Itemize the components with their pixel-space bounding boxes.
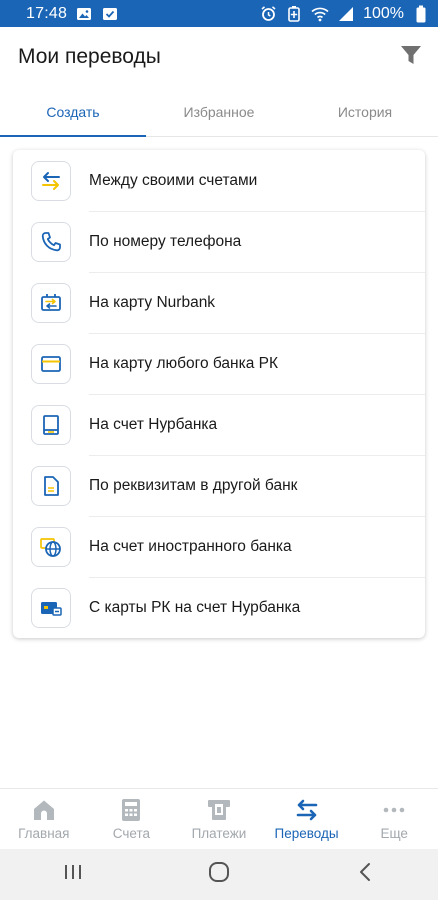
home-icon [31,798,57,822]
document-icon [31,465,71,506]
nav-transfers[interactable]: Переводы [263,789,351,849]
bottom-navigation: Главная Счета Платежи Переводы Еще [0,788,438,849]
back-button[interactable] [335,855,395,895]
transfer-by-phone[interactable]: По номеру телефона [13,211,425,272]
card-transfer-icon [31,282,71,323]
transfer-label: По реквизитам в другой банк [89,476,298,494]
nav-more-label: Еще [380,825,408,841]
transfer-card-to-nurbank-account[interactable]: С карты РК на счет Нурбанка [13,577,425,638]
tab-history[interactable]: История [292,88,438,136]
nav-payments-label: Платежи [191,825,247,841]
nav-home[interactable]: Главная [0,789,88,849]
check-box-icon [101,5,119,23]
transfer-label: На карту любого банка РК [89,354,278,372]
nav-home-label: Главная [18,825,70,841]
nav-payments[interactable]: Платежи [175,789,263,849]
transfer-by-requisites[interactable]: По реквизитам в другой банк [13,455,425,516]
page-title: Мои переводы [18,45,161,68]
home-circle-icon [208,861,230,888]
transfer-to-nurbank-account[interactable]: На счет Нурбанка [13,394,425,455]
battery-percentage: 100% [363,4,404,22]
nav-accounts-label: Счета [112,825,150,841]
transfer-label: С карты РК на счет Нурбанка [89,598,301,616]
nav-accounts[interactable]: Счета [88,789,176,849]
tab-create[interactable]: Создать [0,88,146,137]
tab-favorites[interactable]: Избранное [146,88,292,136]
nav-transfers-label: Переводы [274,825,339,841]
globe-icon [31,526,71,567]
swap-arrows-icon [31,160,71,201]
home-button[interactable] [189,855,249,895]
transfer-options-card: Между своими счетами По номеру телефона … [13,150,425,638]
battery-icon [412,5,430,23]
status-bar-left: 17:48 [26,5,119,23]
transfer-tabs: Создать Избранное История [0,88,438,137]
transfer-to-nurbank-card[interactable]: На карту Nurbank [13,272,425,333]
signal-icon [337,5,355,23]
calculator-icon [118,798,144,822]
phone-icon [31,221,71,262]
transfer-to-any-bank-card[interactable]: На карту любого банка РК [13,333,425,394]
image-icon [75,5,93,23]
nav-more[interactable]: Еще [350,789,438,849]
transfer-label: На счет иностранного банка [89,537,292,555]
payment-terminal-icon [206,798,232,822]
status-time: 17:48 [26,4,68,22]
transfer-label: Между своими счетами [89,171,258,189]
wifi-icon [311,5,329,23]
recent-apps-icon [63,863,83,886]
filter-icon [400,44,422,71]
transfer-label: На карту Nurbank [89,293,216,311]
filter-button[interactable] [398,44,424,70]
credit-card-icon [31,343,71,384]
back-chevron-icon [358,862,372,887]
alarm-icon [259,5,277,23]
transfer-label: По номеру телефона [89,232,242,250]
card-to-account-icon [31,587,71,628]
transfer-arrows-icon [294,798,320,822]
status-bar-right: 100% [259,5,430,23]
status-bar: 17:48 100% [0,0,438,27]
more-dots-icon [381,798,407,822]
app-header: Мои переводы [0,27,438,87]
system-navigation-bar [0,849,438,900]
book-icon [31,404,71,445]
transfer-between-own-accounts[interactable]: Между своими счетами [13,150,425,211]
transfer-label: На счет Нурбанка [89,415,218,433]
recent-apps-button[interactable] [43,855,103,895]
transfer-to-foreign-bank[interactable]: На счет иностранного банка [13,516,425,577]
battery-saver-icon [285,5,303,23]
